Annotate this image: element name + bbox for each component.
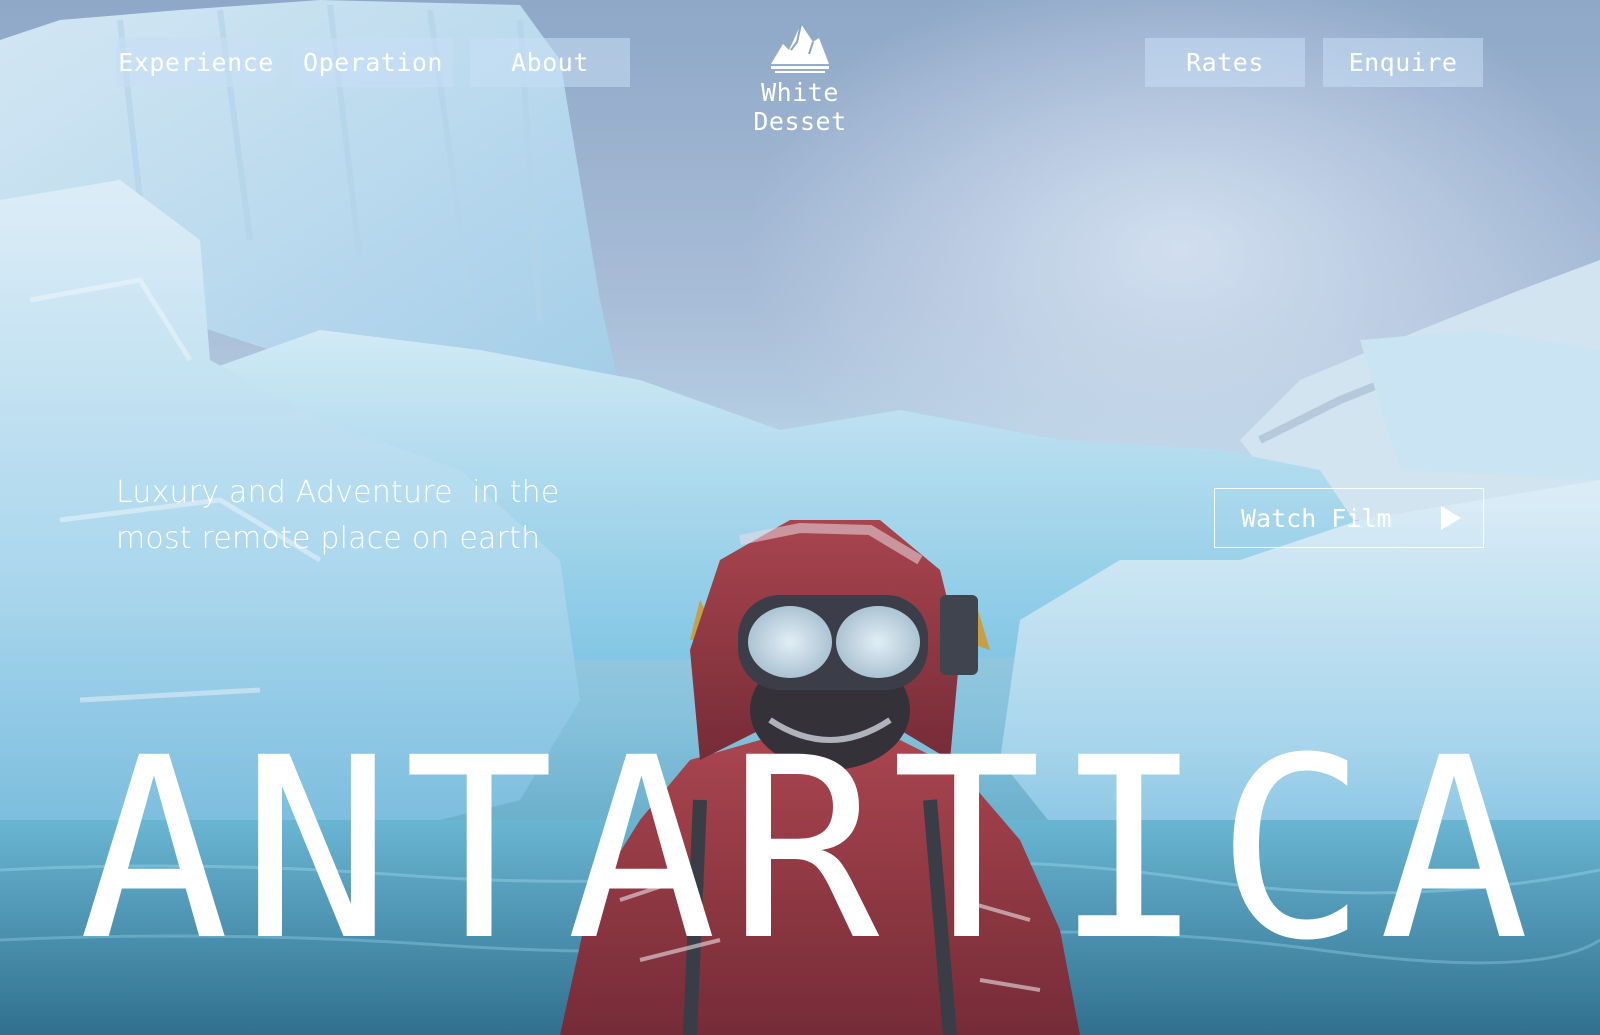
hero-title: ANTARTICA [78,704,1542,995]
tagline-line-2: most remote place on earth [116,521,541,556]
tagline-line-1: Luxury and Adventure in the [116,475,560,510]
nav-experience-label: Experience [118,48,274,77]
nav-experience-button[interactable]: Experience [116,38,276,87]
brand-logo[interactable]: White Desset [720,20,880,136]
watch-film-label: Watch Film [1241,503,1392,533]
nav-about-label: About [511,48,589,77]
play-icon [1441,506,1461,530]
hero-section: Experience Operation About White Desset … [0,0,1600,1035]
hero-tagline: Luxury and Adventure in the most remote … [116,470,586,562]
nav-enquire-button[interactable]: Enquire [1323,38,1483,87]
nav-operation-button[interactable]: Operation [293,38,453,87]
nav-rates-button[interactable]: Rates [1145,38,1305,87]
watch-film-button[interactable]: Watch Film [1214,488,1484,548]
nav-enquire-label: Enquire [1348,48,1458,77]
mountain-icon [771,23,829,73]
nav-operation-label: Operation [303,48,443,77]
nav-about-button[interactable]: About [470,38,630,87]
brand-name: White Desset [753,78,847,136]
nav-rates-label: Rates [1186,48,1264,77]
